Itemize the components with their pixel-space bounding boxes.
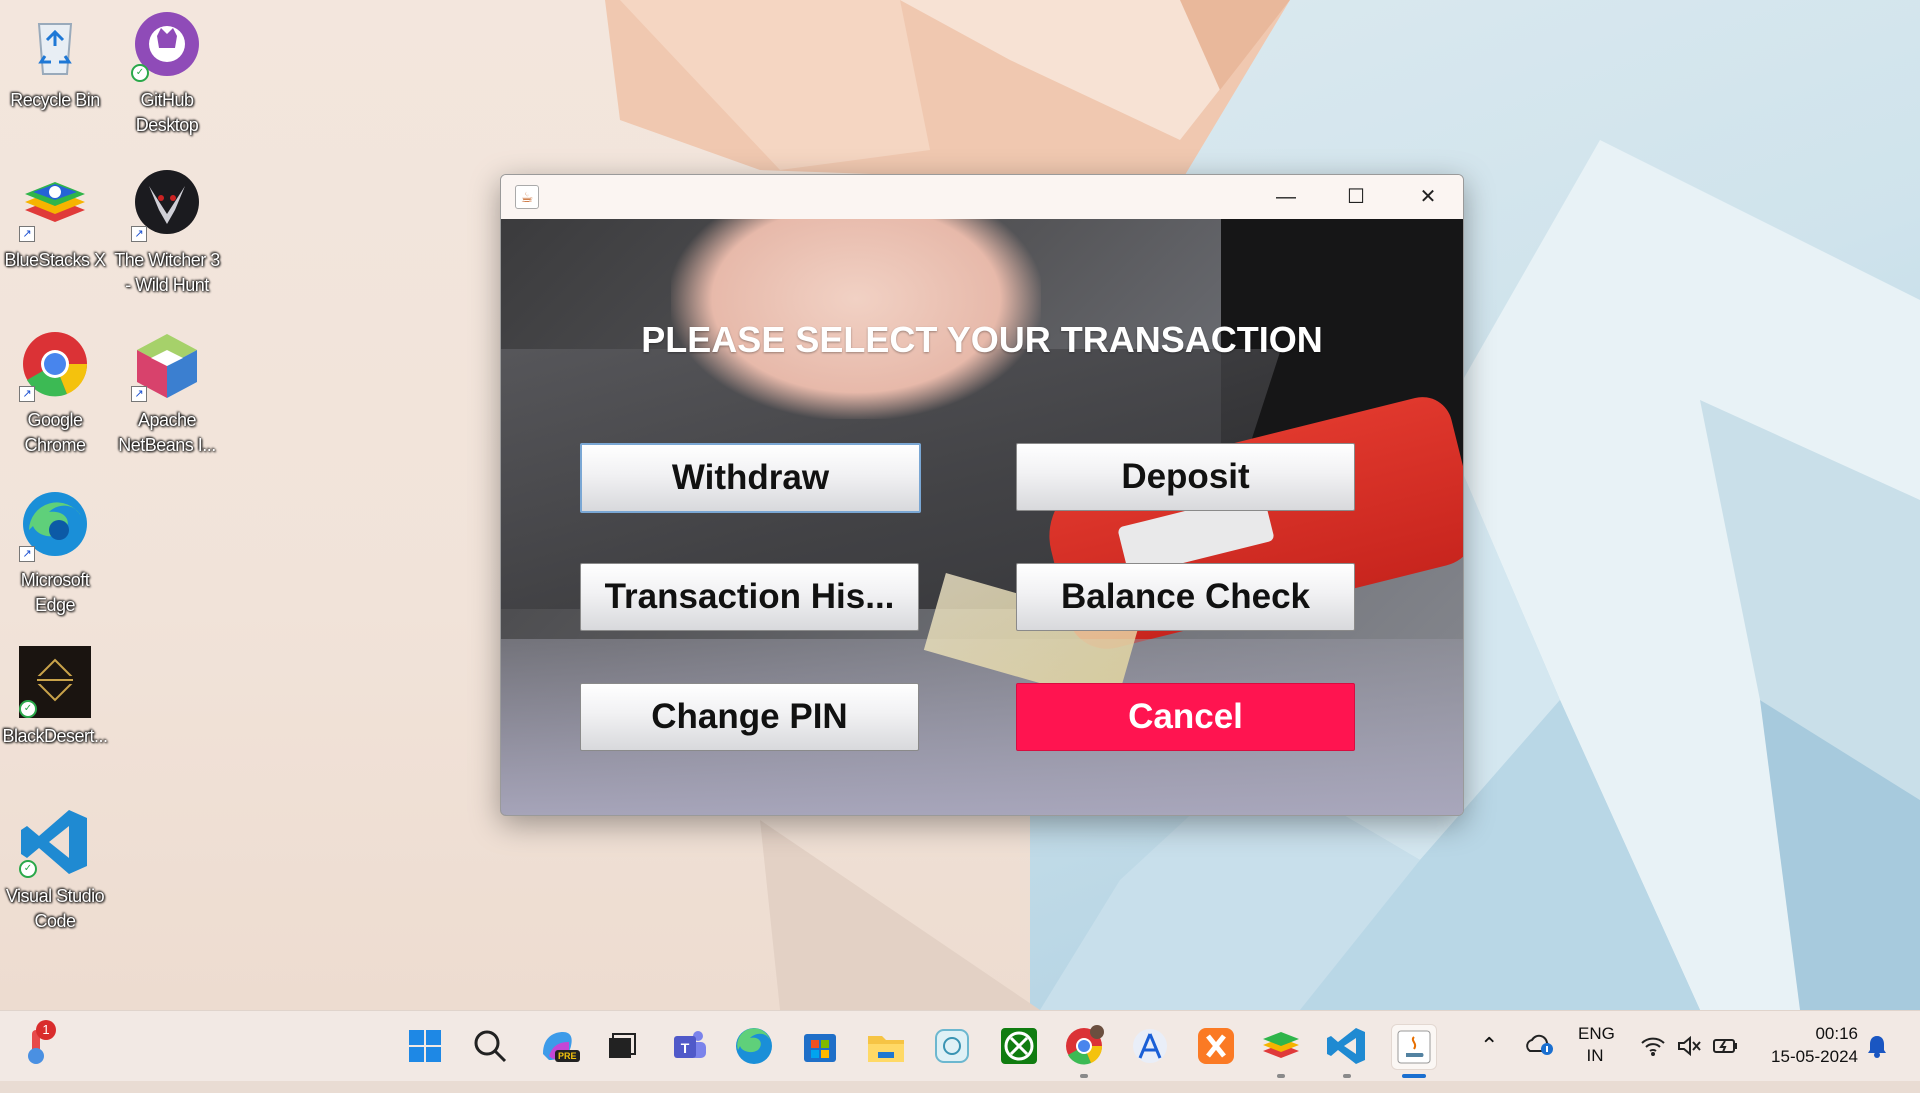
withdraw-button[interactable]: Withdraw bbox=[580, 443, 921, 513]
minimize-button[interactable]: — bbox=[1251, 175, 1321, 219]
desktop-icon-label: BlackDesert... bbox=[2, 726, 108, 746]
desktop-icon-label: GitHub bbox=[140, 90, 194, 110]
desktop-icon-label: Desktop bbox=[135, 115, 199, 135]
file-explorer-icon[interactable] bbox=[864, 1024, 908, 1068]
window-content: PLEASE SELECT YOUR TRANSACTION Withdraw … bbox=[501, 219, 1463, 815]
edge-taskbar-icon[interactable] bbox=[732, 1024, 776, 1068]
shortcut-arrow-icon: ↗ bbox=[131, 226, 147, 242]
svg-text:T: T bbox=[681, 1040, 690, 1056]
desktop-icon-label: Edge bbox=[34, 595, 76, 615]
atm-transaction-window: ☕ — ☐ ✕ PLEASE SELECT YOUR TRANSACTION W… bbox=[500, 174, 1464, 816]
synced-check-icon: ✓ bbox=[19, 860, 37, 878]
running-indicator bbox=[1277, 1074, 1285, 1078]
app-store-icon[interactable] bbox=[1128, 1024, 1172, 1068]
microsoft-store-icon[interactable] bbox=[798, 1024, 842, 1068]
desktop-icon-witcher3[interactable]: ↗ The Witcher 3 - Wild Hunt bbox=[112, 170, 222, 298]
desktop-icon-label: Visual Studio bbox=[5, 886, 105, 906]
deposit-button[interactable]: Deposit bbox=[1016, 443, 1355, 511]
synced-check-icon: ✓ bbox=[131, 64, 149, 82]
shortcut-arrow-icon: ↗ bbox=[131, 386, 147, 402]
witcher-icon: ↗ bbox=[131, 170, 203, 242]
bluestacks-icon: ↗ bbox=[19, 170, 91, 242]
desktop-icon-blackdesert[interactable]: ✓ BlackDesert... bbox=[0, 646, 110, 749]
search-icon[interactable] bbox=[468, 1024, 512, 1068]
synced-check-icon: ✓ bbox=[19, 700, 37, 718]
java-taskbar-icon[interactable] bbox=[1391, 1024, 1437, 1070]
notification-badge: 1 bbox=[36, 1020, 56, 1040]
maximize-button[interactable]: ☐ bbox=[1321, 175, 1391, 219]
desktop-icon-github-desktop[interactable]: ✓ GitHub Desktop bbox=[112, 10, 222, 138]
xbox-icon[interactable] bbox=[997, 1024, 1041, 1068]
battery-charging-icon[interactable] bbox=[1712, 1035, 1740, 1059]
clock-time: 00:16 bbox=[1815, 1024, 1858, 1043]
desktop-icon-recycle-bin[interactable]: Recycle Bin bbox=[0, 10, 110, 113]
copilot-pre-badge: PRE bbox=[555, 1050, 580, 1062]
show-hidden-icons-button[interactable]: ⌃ bbox=[1480, 1011, 1498, 1081]
desktop-icon-label: Microsoft bbox=[20, 570, 90, 590]
shortcut-arrow-icon: ↗ bbox=[19, 546, 35, 562]
github-desktop-icon: ✓ bbox=[131, 10, 203, 82]
chrome-icon: ↗ bbox=[19, 330, 91, 402]
desktop-icon-label: The Witcher 3 bbox=[114, 250, 220, 270]
language-line1: ENG bbox=[1578, 1024, 1615, 1043]
desktop-icon-bluestacks[interactable]: ↗ BlueStacks X bbox=[0, 170, 110, 273]
desktop-icon-label: Code bbox=[34, 911, 76, 931]
language-indicator[interactable]: ENG IN bbox=[1578, 1011, 1615, 1093]
copilot-icon[interactable]: PRE bbox=[535, 1024, 580, 1068]
shortcut-arrow-icon: ↗ bbox=[19, 386, 35, 402]
desktop-icon-vscode[interactable]: ✓ Visual Studio Code bbox=[0, 806, 110, 934]
desktop-icon-label: BlueStacks X bbox=[4, 250, 106, 270]
chrome-taskbar-icon[interactable] bbox=[1062, 1024, 1106, 1068]
onedrive-icon[interactable] bbox=[1524, 1033, 1554, 1059]
blackdesert-icon: ✓ bbox=[19, 646, 91, 718]
desktop-icon-label: Google bbox=[27, 410, 83, 430]
desktop-icon-label: Chrome bbox=[24, 435, 86, 455]
bluestacks-taskbar-icon[interactable] bbox=[1259, 1024, 1303, 1068]
start-icon[interactable] bbox=[403, 1024, 447, 1068]
change-pin-button[interactable]: Change PIN bbox=[580, 683, 919, 751]
transaction-history-button[interactable]: Transaction His... bbox=[580, 563, 919, 631]
clock-date: 15-05-2024 bbox=[1771, 1047, 1858, 1066]
volume-muted-icon[interactable] bbox=[1676, 1035, 1702, 1059]
desktop-icon-google-chrome[interactable]: ↗ Google Chrome bbox=[0, 330, 110, 458]
desktop-icon-label: NetBeans I... bbox=[118, 435, 216, 455]
cancel-button[interactable]: Cancel bbox=[1016, 683, 1355, 751]
edge-icon: ↗ bbox=[19, 490, 91, 562]
java-app-icon[interactable]: ☕ bbox=[515, 185, 539, 209]
teams-icon[interactable]: T bbox=[668, 1024, 712, 1068]
xampp-icon[interactable] bbox=[1194, 1024, 1238, 1068]
balance-check-button[interactable]: Balance Check bbox=[1016, 563, 1355, 631]
recycle-bin-icon bbox=[19, 10, 91, 82]
running-indicator bbox=[1080, 1074, 1088, 1078]
app-icon[interactable] bbox=[930, 1024, 974, 1068]
active-indicator bbox=[1402, 1074, 1426, 1078]
language-line2: IN bbox=[1586, 1046, 1604, 1065]
wifi-icon[interactable] bbox=[1640, 1035, 1666, 1059]
vscode-icon: ✓ bbox=[19, 806, 91, 878]
transaction-heading: PLEASE SELECT YOUR TRANSACTION bbox=[641, 319, 1323, 360]
desktop-icon-label: - Wild Hunt bbox=[125, 275, 209, 295]
running-indicator bbox=[1343, 1074, 1351, 1078]
task-view-icon[interactable] bbox=[599, 1024, 643, 1068]
weather-widget[interactable]: 1 bbox=[16, 1020, 60, 1068]
close-button[interactable]: ✕ bbox=[1393, 175, 1463, 219]
desktop-icon-label: Apache bbox=[137, 410, 197, 430]
desktop-icon-microsoft-edge[interactable]: ↗ Microsoft Edge bbox=[0, 490, 110, 618]
vscode-taskbar-icon[interactable] bbox=[1325, 1024, 1369, 1068]
netbeans-icon: ↗ bbox=[131, 330, 203, 402]
shortcut-arrow-icon: ↗ bbox=[19, 226, 35, 242]
notification-bell-icon[interactable] bbox=[1866, 1034, 1888, 1058]
taskbar: 1 PRE T ⌃ ENG IN 00:16 15-05-2024 bbox=[0, 1010, 1920, 1081]
desktop-icon-apache-netbeans[interactable]: ↗ Apache NetBeans I... bbox=[112, 330, 222, 458]
desktop-icon-label: Recycle Bin bbox=[10, 90, 100, 110]
window-titlebar[interactable]: ☕ — ☐ ✕ bbox=[501, 175, 1463, 219]
